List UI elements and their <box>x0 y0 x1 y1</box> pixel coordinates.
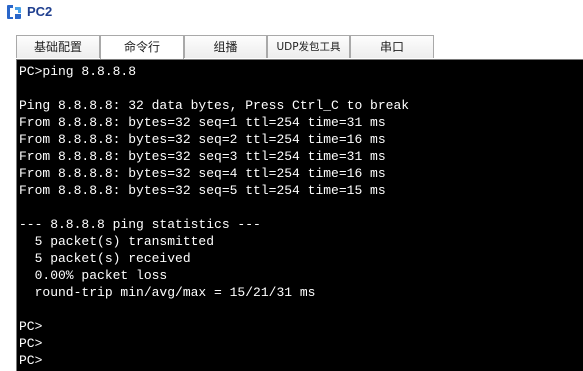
terminal-line: --- 8.8.8.8 ping statistics --- <box>19 217 261 232</box>
terminal-line: From 8.8.8.8: bytes=32 seq=5 ttl=254 tim… <box>19 183 386 198</box>
tab-serial[interactable]: 串口 <box>350 35 434 58</box>
terminal-line: 5 packet(s) transmitted <box>19 234 215 249</box>
tab-label: 组播 <box>213 40 238 54</box>
tab-command-line[interactable]: 命令行 <box>100 35 184 59</box>
terminal-line: From 8.8.8.8: bytes=32 seq=3 ttl=254 tim… <box>19 149 386 164</box>
tab-label: 串口 <box>379 40 404 54</box>
terminal-line: From 8.8.8.8: bytes=32 seq=2 ttl=254 tim… <box>19 132 386 147</box>
tab-multicast[interactable]: 组播 <box>184 35 267 58</box>
tab-label: 命令行 <box>123 40 160 54</box>
window-title: PC2 <box>27 4 53 19</box>
terminal-line: 5 packet(s) received <box>19 251 191 266</box>
tab-basic-config[interactable]: 基础配置 <box>16 35 100 58</box>
terminal-line: From 8.8.8.8: bytes=32 seq=4 ttl=254 tim… <box>19 166 386 181</box>
command-terminal[interactable]: PC>ping 8.8.8.8 Ping 8.8.8.8: 32 data by… <box>16 59 583 371</box>
tab-label: UDP发包工具 <box>276 41 341 53</box>
terminal-prompt: PC> <box>19 319 43 334</box>
pc2-window: PC2 基础配置 命令行 组播 UDP发包工具 串口 PC>ping 8.8.8… <box>0 0 583 371</box>
title-bar: PC2 <box>0 0 583 26</box>
terminal-line: From 8.8.8.8: bytes=32 seq=1 ttl=254 tim… <box>19 115 386 130</box>
terminal-line: PC>ping 8.8.8.8 <box>19 64 137 79</box>
terminal-line: 0.00% packet loss <box>19 268 168 283</box>
tab-udp-tool[interactable]: UDP发包工具 <box>267 35 350 58</box>
pc-icon <box>7 5 21 19</box>
terminal-prompt: PC> <box>19 353 43 368</box>
tab-label: 基础配置 <box>33 40 82 54</box>
terminal-line: round-trip min/avg/max = 15/21/31 ms <box>19 285 316 300</box>
tab-bar: 基础配置 命令行 组播 UDP发包工具 串口 <box>0 26 583 59</box>
terminal-prompt: PC> <box>19 336 43 351</box>
terminal-line: Ping 8.8.8.8: 32 data bytes, Press Ctrl_… <box>19 98 410 113</box>
